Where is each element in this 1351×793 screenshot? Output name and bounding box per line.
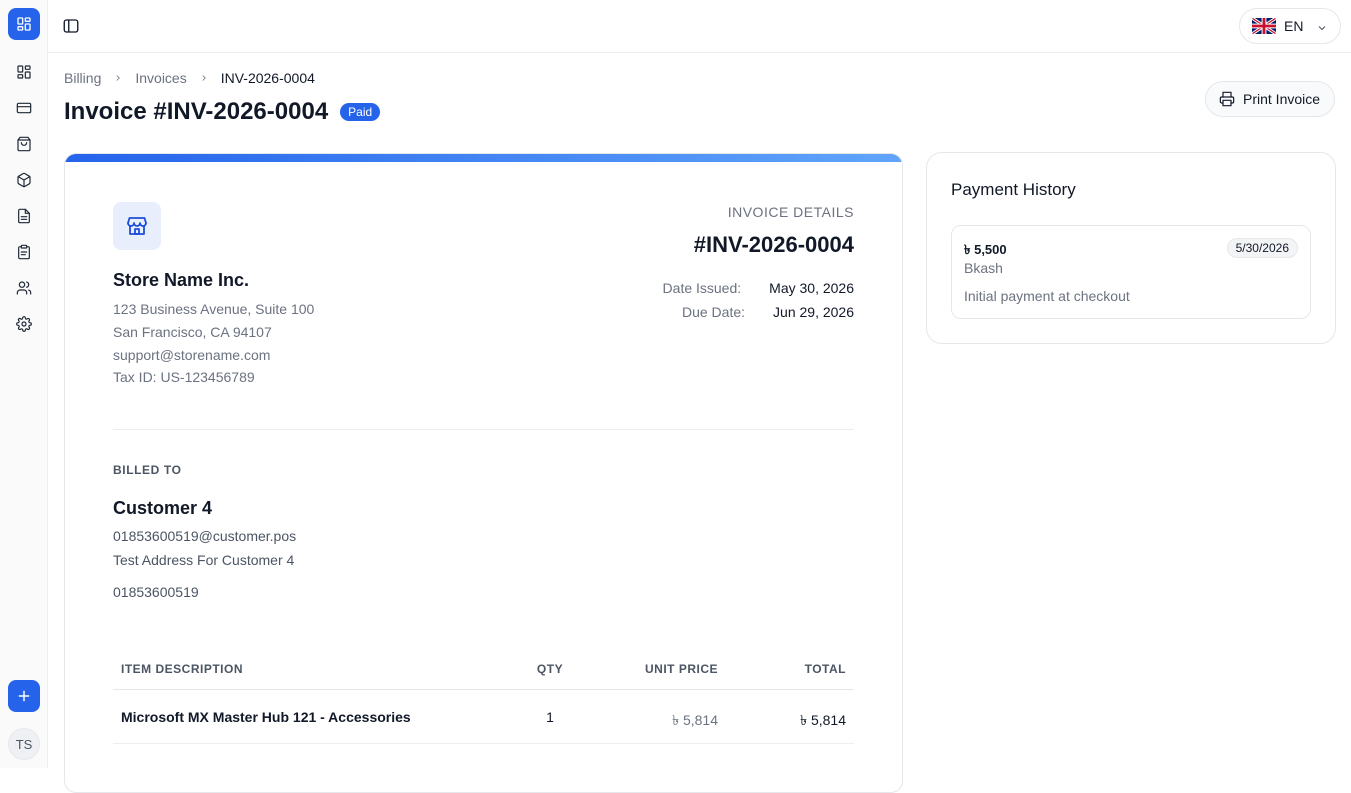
invoice-card: Store Name Inc. 123 Business Avenue, Sui… bbox=[64, 153, 903, 793]
breadcrumb-billing[interactable]: Billing bbox=[64, 70, 101, 86]
card-accent-bar bbox=[65, 154, 902, 162]
sidebar-item-settings[interactable] bbox=[14, 314, 34, 334]
divider bbox=[113, 429, 854, 430]
store-icon bbox=[127, 217, 147, 235]
user-avatar[interactable]: TS bbox=[8, 728, 40, 760]
item-qty: 1 bbox=[546, 709, 554, 725]
chevron-right-icon bbox=[199, 70, 209, 86]
print-invoice-button[interactable]: Print Invoice bbox=[1205, 81, 1335, 117]
header-item-description: ITEM DESCRIPTION bbox=[121, 662, 244, 676]
language-code: EN bbox=[1284, 18, 1304, 34]
date-issued-value: May 30, 2026 bbox=[769, 280, 854, 296]
billed-to-label: BILLED TO bbox=[113, 463, 182, 477]
sidebar-item-invoices[interactable] bbox=[14, 206, 34, 226]
due-date-label: Due Date: bbox=[681, 304, 746, 320]
add-button[interactable] bbox=[8, 680, 40, 712]
due-date-value: Jun 29, 2026 bbox=[773, 304, 854, 320]
table-row: Microsoft MX Master Hub 121 - Accessorie… bbox=[113, 691, 854, 744]
invoice-details-label: INVOICE DETAILS bbox=[727, 204, 854, 220]
plus-icon bbox=[18, 690, 30, 702]
store-name: Store Name Inc. bbox=[113, 270, 250, 290]
header-total: TOTAL bbox=[804, 662, 846, 676]
sidebar-item-orders[interactable] bbox=[14, 134, 34, 154]
sidebar-item-billing[interactable] bbox=[14, 98, 34, 118]
header-qty: QTY bbox=[536, 662, 564, 676]
chevron-down-icon bbox=[1316, 21, 1328, 37]
chevron-right-icon bbox=[113, 70, 123, 86]
breadcrumb-invoices[interactable]: Invoices bbox=[135, 70, 186, 86]
item-unit-price: ৳ 5,814 bbox=[672, 712, 718, 728]
items-table-header: ITEM DESCRIPTION QTY UNIT PRICE TOTAL bbox=[113, 650, 854, 690]
payment-note: Initial payment at checkout bbox=[964, 288, 1130, 304]
credit-card-icon bbox=[16, 102, 32, 114]
sidebar-item-customers[interactable] bbox=[14, 278, 34, 298]
printer-icon bbox=[1219, 91, 1235, 107]
customer-name: Customer 4 bbox=[113, 498, 213, 518]
grid-logo-icon bbox=[17, 17, 31, 31]
sidebar-item-reports[interactable] bbox=[14, 242, 34, 262]
payment-amount: ৳ 5,500 bbox=[964, 242, 1007, 257]
breadcrumb: Billing Invoices INV-2026-0004 bbox=[64, 70, 315, 86]
payment-method: Bkash bbox=[964, 260, 1003, 276]
payment-date-badge: 5/30/2026 bbox=[1226, 238, 1298, 258]
payment-item: ৳ 5,500 5/30/2026 Bkash Initial payment … bbox=[951, 225, 1311, 319]
sidebar-item-dashboard[interactable] bbox=[14, 62, 34, 82]
print-invoice-label: Print Invoice bbox=[1243, 91, 1321, 107]
header-unit-price: UNIT PRICE bbox=[644, 662, 718, 676]
item-total: ৳ 5,814 bbox=[800, 712, 846, 728]
customer-email: 01853600519@customer.pos bbox=[113, 528, 297, 544]
store-tax-id: Tax ID: US-123456789 bbox=[113, 369, 255, 385]
settings-icon bbox=[16, 316, 32, 332]
app-logo-button[interactable] bbox=[8, 8, 40, 40]
customer-address: Test Address For Customer 4 bbox=[113, 552, 295, 568]
users-icon bbox=[16, 281, 32, 295]
due-date-row: Due Date: Jun 29, 2026 bbox=[682, 304, 854, 320]
breadcrumb-current: INV-2026-0004 bbox=[220, 70, 315, 86]
package-icon bbox=[17, 172, 31, 188]
store-email: support@storename.com bbox=[113, 347, 271, 363]
date-issued-row: Date Issued: May 30, 2026 bbox=[663, 280, 854, 296]
top-bar: EN bbox=[48, 0, 1351, 53]
panel-left-icon bbox=[63, 19, 79, 33]
payment-history-card: Payment History ৳ 5,500 5/30/2026 Bkash … bbox=[926, 152, 1336, 344]
dashboard-icon bbox=[17, 65, 31, 79]
store-address-line-2: San Francisco, CA 94107 bbox=[113, 324, 272, 340]
item-description: Microsoft MX Master Hub 121 - Accessorie… bbox=[121, 709, 411, 725]
shopping-bag-icon bbox=[17, 136, 31, 152]
store-address-line-1: 123 Business Avenue, Suite 100 bbox=[113, 301, 315, 317]
status-badge: Paid bbox=[340, 103, 381, 121]
page-title: Invoice #INV-2026-0004 Paid bbox=[64, 98, 381, 126]
store-icon-box bbox=[113, 202, 161, 250]
payment-history-title: Payment History bbox=[951, 180, 1076, 199]
customer-phone: 01853600519 bbox=[113, 584, 199, 600]
uk-flag-icon bbox=[1252, 18, 1276, 34]
page-title-text: Invoice #INV-2026-0004 bbox=[64, 98, 329, 125]
sidebar-item-products[interactable] bbox=[14, 170, 34, 190]
sidebar: TS bbox=[0, 0, 48, 768]
file-text-icon bbox=[18, 208, 30, 224]
invoice-number: #INV-2026-0004 bbox=[693, 232, 854, 257]
language-selector[interactable]: EN bbox=[1239, 8, 1341, 44]
sidebar-toggle-button[interactable] bbox=[62, 17, 82, 37]
date-issued-label: Date Issued: bbox=[662, 280, 742, 296]
clipboard-icon bbox=[18, 244, 30, 260]
